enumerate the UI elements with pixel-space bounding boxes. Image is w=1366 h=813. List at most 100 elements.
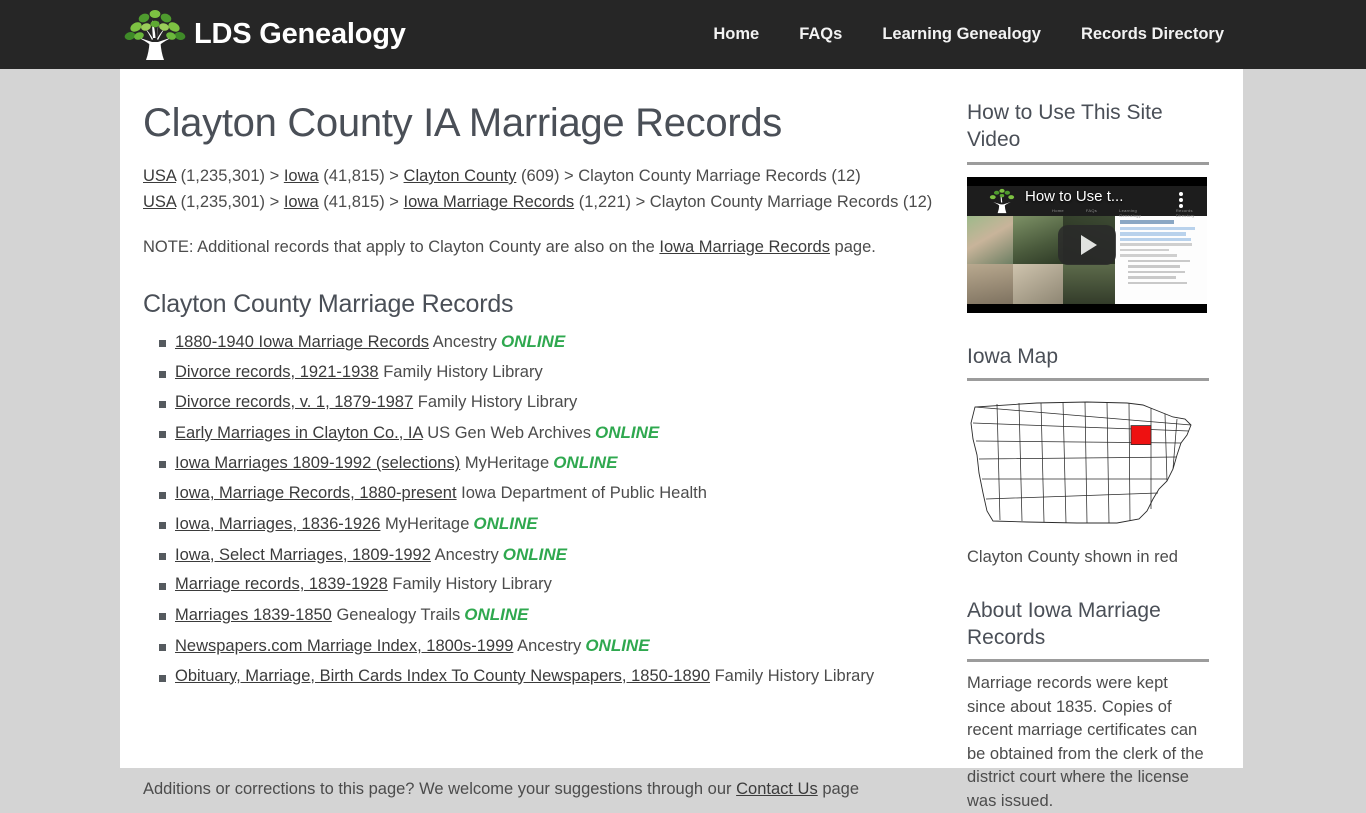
video-document-pane: [1115, 215, 1207, 304]
video-widget: How to Use This Site Video How to Use t.…: [967, 99, 1209, 313]
note-link-iowa-marriage-records[interactable]: Iowa Marriage Records: [659, 238, 830, 256]
breadcrumb-text: (1,235,301) >: [176, 167, 284, 185]
about-widget-body: Marriage records were kept since about 1…: [967, 674, 1204, 810]
record-list-item: Marriages 1839-1850 Genealogy Trails ONLI…: [143, 604, 943, 626]
record-title-link[interactable]: Iowa, Select Marriages, 1809-1992: [175, 546, 431, 564]
record-source-label: Ancestry: [430, 545, 499, 564]
breadcrumb-link[interactable]: USA: [143, 193, 176, 211]
online-badge: ONLINE: [502, 544, 568, 564]
video-nav-item: FAQs: [1085, 207, 1098, 213]
online-badge: ONLINE: [595, 422, 660, 442]
record-list-item: Iowa, Select Marriages, 1809-1992 Ancest…: [143, 544, 943, 566]
about-widget: About Iowa Marriage Records Marriage rec…: [967, 597, 1209, 813]
nav-item-learning-genealogy[interactable]: Learning Genealogy: [882, 25, 1041, 44]
video-overlay-title: How to Use t...: [1025, 187, 1124, 205]
map-widget: Iowa Map Clayton County shown in red: [967, 343, 1209, 567]
video-player[interactable]: How to Use t... Home FAQs Learning Genea…: [967, 176, 1207, 313]
note-suffix: page.: [829, 238, 876, 257]
record-source-label: MyHeritage: [460, 454, 550, 473]
record-source-label: Ancestry: [513, 636, 582, 655]
clayton-county-highlight: [1130, 425, 1152, 445]
record-list-item: Divorce records, 1921-1938 Family Histor…: [143, 362, 943, 383]
section-heading: Clayton County Marriage Records: [143, 290, 514, 319]
note-prefix: NOTE: Additional records that apply to C…: [143, 238, 660, 257]
contact-us-link[interactable]: Contact Us: [736, 780, 818, 798]
record-title-link[interactable]: Newspapers.com Marriage Index, 1800s-199…: [175, 637, 513, 655]
record-title-link[interactable]: Marriage records, 1839-1928: [175, 575, 388, 593]
play-button-icon[interactable]: [1058, 224, 1116, 265]
record-source-label: Iowa Department of Public Health: [456, 484, 707, 503]
record-list-item: Early Marriages in Clayton Co., IA US Ge…: [143, 422, 943, 444]
breadcrumb-link[interactable]: USA: [143, 167, 176, 185]
record-title-link[interactable]: Iowa Marriages 1809-1992 (selections): [175, 454, 460, 472]
map-widget-title: Iowa Map: [967, 343, 1209, 381]
record-source-label: Family History Library: [387, 575, 552, 594]
footer-note: Additions or corrections to this page? W…: [143, 780, 963, 799]
breadcrumb-text: (41,815) >: [318, 167, 404, 185]
record-title-link[interactable]: Iowa, Marriage Records, 1880-present: [175, 484, 457, 502]
breadcrumb-link[interactable]: Clayton County: [404, 167, 517, 185]
online-badge: ONLINE: [464, 605, 529, 625]
video-nav-item: Records Directory: [1175, 207, 1195, 218]
nav-item-records-directory[interactable]: Records Directory: [1081, 25, 1224, 44]
nav-item-home[interactable]: Home: [713, 25, 759, 44]
main-navigation: Home FAQs Learning Genealogy Records Dir…: [713, 25, 1224, 44]
page-content-area: Clayton County IA Marriage Records USA (…: [120, 69, 1243, 810]
breadcrumb-link[interactable]: Iowa: [284, 167, 319, 185]
record-list-item: Iowa, Marriages, 1836-1926 MyHeritage ONL…: [143, 513, 943, 535]
breadcrumb-text: (609) > Clayton County Marriage Records …: [516, 167, 861, 185]
video-widget-title: How to Use This Site Video: [967, 99, 1209, 165]
record-list-item: Divorce records, v. 1, 1879-1987 Family …: [143, 392, 943, 413]
record-source-label: MyHeritage: [380, 514, 470, 533]
record-list-item: Iowa, Marriage Records, 1880-present Iow…: [143, 483, 943, 504]
main-column: Clayton County IA Marriage Records USA (…: [143, 69, 943, 695]
records-list: 1880-1940 Iowa Marriage Records Ancestry…: [143, 331, 943, 687]
online-badge: ONLINE: [473, 513, 538, 533]
record-title-link[interactable]: Obituary, Marriage, Birth Cards Index To…: [175, 667, 710, 685]
record-source-label: US Gen Web Archives: [422, 423, 592, 442]
iowa-county-map: [970, 401, 1192, 524]
record-title-link[interactable]: Marriages 1839-1850: [175, 606, 332, 624]
record-list-item: Newspapers.com Marriage Index, 1800s-199…: [143, 635, 943, 657]
record-title-link[interactable]: Divorce records, 1921-1938: [175, 363, 379, 381]
family-tree-logo-icon: [124, 9, 186, 60]
record-source-label: Family History Library: [413, 392, 578, 411]
online-badge: ONLINE: [553, 453, 618, 473]
breadcrumb-link[interactable]: Iowa Marriage Records: [404, 193, 575, 211]
video-nav-item: Learning Genealogy: [1119, 207, 1142, 218]
sidebar: How to Use This Site Video How to Use t.…: [967, 69, 1209, 813]
site-brand-name: LDS Genealogy: [194, 18, 406, 50]
breadcrumb-row: USA (1,235,301) > Iowa (41,815) > Clayto…: [143, 164, 943, 190]
breadcrumb: USA (1,235,301) > Iowa (41,815) > Clayto…: [143, 164, 943, 215]
page-title: Clayton County IA Marriage Records: [143, 101, 782, 145]
record-title-link[interactable]: Early Marriages in Clayton Co., IA: [175, 424, 423, 442]
kebab-menu-icon[interactable]: [1179, 191, 1183, 208]
map-caption: Clayton County shown in red: [967, 547, 1178, 566]
video-logo-icon: [989, 188, 1015, 213]
nav-item-faqs[interactable]: FAQs: [799, 25, 842, 44]
record-title-link[interactable]: 1880-1940 Iowa Marriage Records: [175, 333, 429, 351]
record-list-item: Marriage records, 1839-1928 Family Histo…: [143, 574, 943, 595]
breadcrumb-text: (41,815) >: [318, 192, 404, 211]
note-line: NOTE: Additional records that apply to C…: [143, 238, 943, 257]
breadcrumb-row: USA (1,235,301) > Iowa (41,815) > Iowa M…: [143, 190, 943, 216]
online-badge: ONLINE: [500, 332, 566, 352]
footer-prefix: Additions or corrections to this page? W…: [143, 779, 737, 798]
video-nav-row: Home FAQs Learning Genealogy Records Dir…: [1052, 208, 1207, 218]
record-source-label: Family History Library: [378, 363, 543, 382]
breadcrumb-text: (1,235,301) >: [176, 192, 284, 211]
record-source-label: Genealogy Trails: [331, 606, 461, 625]
online-badge: ONLINE: [585, 635, 650, 655]
record-list-item: Iowa Marriages 1809-1992 (selections) My…: [143, 452, 943, 474]
site-header: LDS Genealogy Home FAQs Learning Genealo…: [0, 0, 1366, 69]
about-widget-title: About Iowa Marriage Records: [967, 597, 1209, 663]
site-logo-link[interactable]: LDS Genealogy: [124, 8, 406, 62]
record-title-link[interactable]: Divorce records, v. 1, 1879-1987: [175, 393, 413, 411]
record-list-item: Obituary, Marriage, Birth Cards Index To…: [143, 666, 943, 687]
record-source-label: Ancestry: [429, 333, 497, 352]
record-title-link[interactable]: Iowa, Marriages, 1836-1926: [175, 515, 380, 533]
record-source-label: Family History Library: [710, 666, 875, 685]
breadcrumb-text: (1,221) > Clayton County Marriage Record…: [574, 192, 933, 211]
breadcrumb-link[interactable]: Iowa: [284, 193, 319, 211]
footer-suffix: page: [817, 779, 860, 798]
